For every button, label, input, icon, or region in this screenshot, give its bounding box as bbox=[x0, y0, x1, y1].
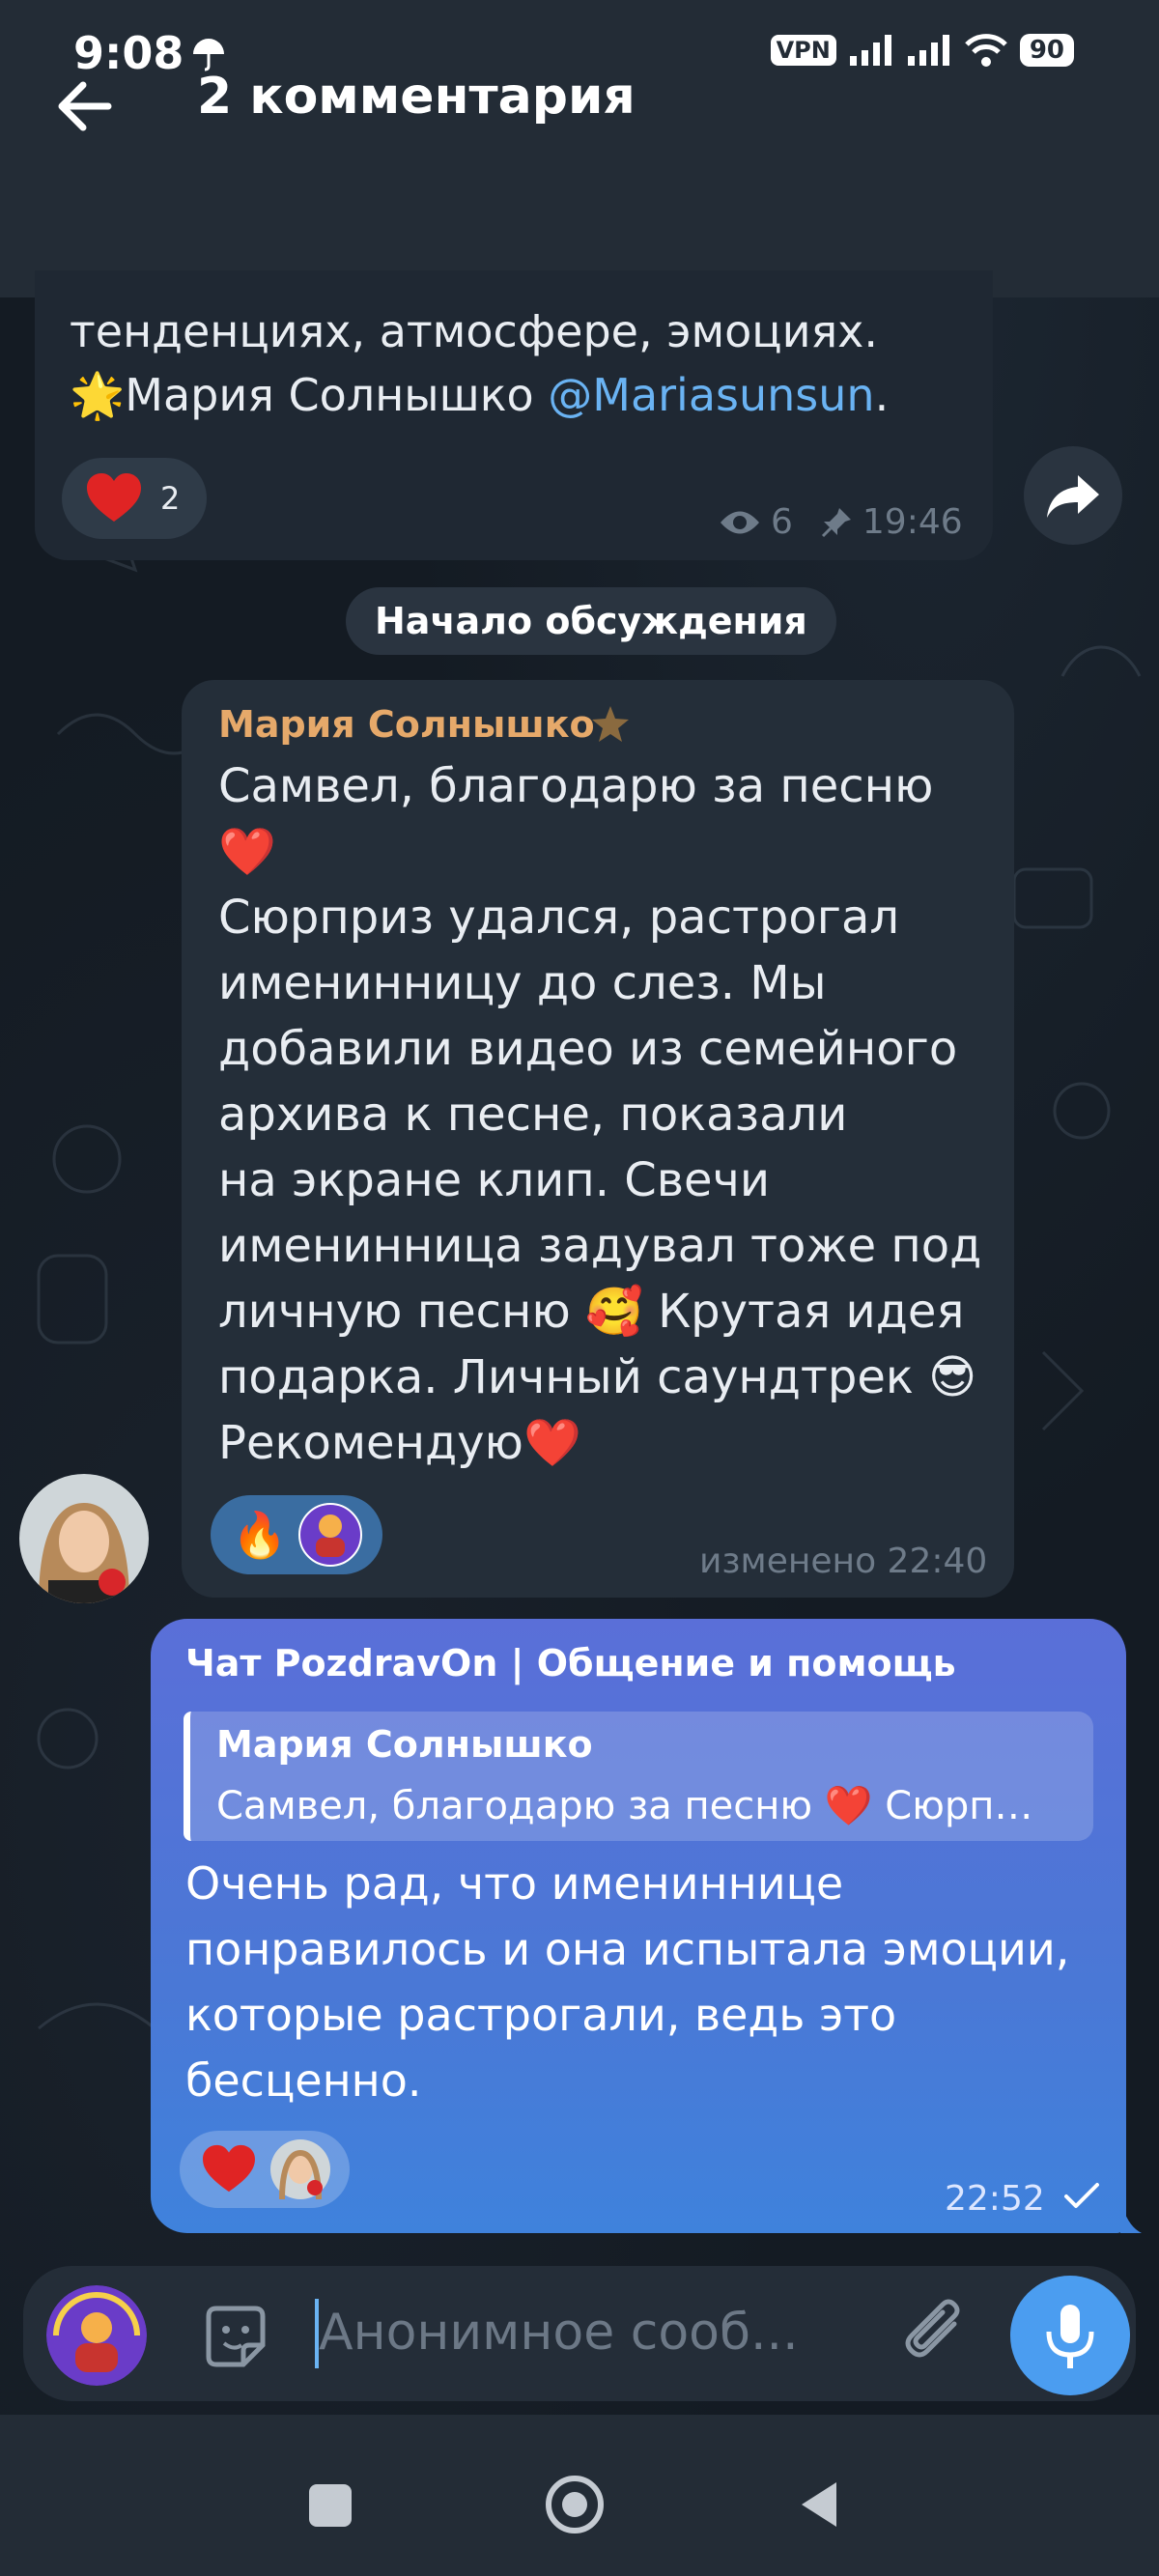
sticker-icon[interactable] bbox=[199, 2301, 272, 2374]
views-count: 6 bbox=[771, 502, 793, 542]
microphone-button[interactable] bbox=[1010, 2276, 1130, 2395]
battery-indicator: 90 bbox=[1019, 34, 1074, 67]
post-text-line: тенденциях, атмосфере, эмоциях. bbox=[70, 305, 879, 357]
comment-text: Самвел, благодарю за песню ❤️ Сюрприз уд… bbox=[218, 759, 982, 1470]
share-button[interactable] bbox=[1024, 446, 1122, 545]
bubble-tail bbox=[1120, 2198, 1142, 2233]
views-eye-icon bbox=[721, 511, 759, 533]
user-avatar-image bbox=[19, 1474, 149, 1603]
home-circle-icon[interactable] bbox=[541, 2471, 608, 2538]
recents-square-icon[interactable] bbox=[296, 2471, 363, 2538]
comment-reactions[interactable]: 🔥 bbox=[211, 1495, 382, 1574]
channel-post-text: тенденциях, атмосфере, эмоциях. 🌟Мария С… bbox=[70, 299, 958, 427]
reply-text: Очень рад, что имениннице понравилось и … bbox=[185, 1857, 1070, 2107]
sent-check-icon bbox=[1064, 2183, 1099, 2208]
heart-reaction-chip[interactable]: 2 bbox=[62, 458, 207, 539]
reply-reactions[interactable] bbox=[180, 2131, 350, 2208]
user-avatar[interactable] bbox=[19, 1474, 149, 1603]
wifi-icon bbox=[965, 34, 1007, 67]
back-arrow-icon[interactable] bbox=[48, 68, 126, 145]
chat-logo-icon bbox=[46, 2285, 147, 2386]
mention-link[interactable]: @Mariasunsun bbox=[548, 369, 874, 421]
vpn-badge: VPN bbox=[770, 35, 836, 66]
chat-logo-avatar bbox=[298, 1503, 363, 1567]
fire-reaction[interactable]: 🔥 bbox=[232, 1513, 287, 1557]
message-input[interactable] bbox=[319, 2289, 821, 2376]
umbrella-icon bbox=[193, 39, 224, 71]
share-arrow-icon bbox=[1047, 475, 1099, 518]
post-time: 19:46 bbox=[862, 502, 963, 542]
signal-icon bbox=[849, 35, 891, 66]
heart-reaction-icon[interactable] bbox=[201, 2143, 257, 2195]
star-emoji: 🌟 bbox=[70, 369, 126, 421]
star-badge-icon bbox=[592, 706, 629, 742]
post-meta: 6 19:46 bbox=[719, 502, 963, 542]
comment-time: изменено 22:40 bbox=[699, 1542, 988, 1581]
signal-icon-2 bbox=[907, 35, 949, 66]
reaction-count: 2 bbox=[160, 480, 181, 517]
discussion-start-label: Начало обсуждения bbox=[346, 587, 836, 655]
paperclip-icon[interactable] bbox=[898, 2295, 975, 2376]
status-indicators: VPN 90 bbox=[770, 33, 1074, 68]
post-author-suffix: . bbox=[874, 369, 890, 421]
comment-author-name[interactable]: Мария Солнышко bbox=[218, 703, 595, 746]
quoted-author: Мария Солнышко bbox=[216, 1723, 593, 1766]
page-title: 2 комментария bbox=[197, 68, 636, 126]
reactor-avatar bbox=[270, 2139, 330, 2199]
microphone-icon bbox=[1046, 2305, 1094, 2368]
send-as-avatar[interactable] bbox=[46, 2285, 147, 2386]
back-triangle-icon[interactable] bbox=[786, 2471, 854, 2538]
reply-time: 22:52 bbox=[945, 2179, 1045, 2219]
pin-icon bbox=[821, 507, 851, 537]
heart-icon bbox=[87, 473, 141, 522]
post-author-line: 🌟Мария Солнышко @Mariasunsun. bbox=[70, 363, 958, 427]
reply-author-name[interactable]: Чат PozdravOn | Общение и помощь bbox=[185, 1642, 956, 1684]
post-author-prefix: Мария Солнышко bbox=[125, 369, 549, 421]
quoted-text: Самвел, благодарю за песню ❤️ Сюрп… bbox=[216, 1784, 1033, 1828]
